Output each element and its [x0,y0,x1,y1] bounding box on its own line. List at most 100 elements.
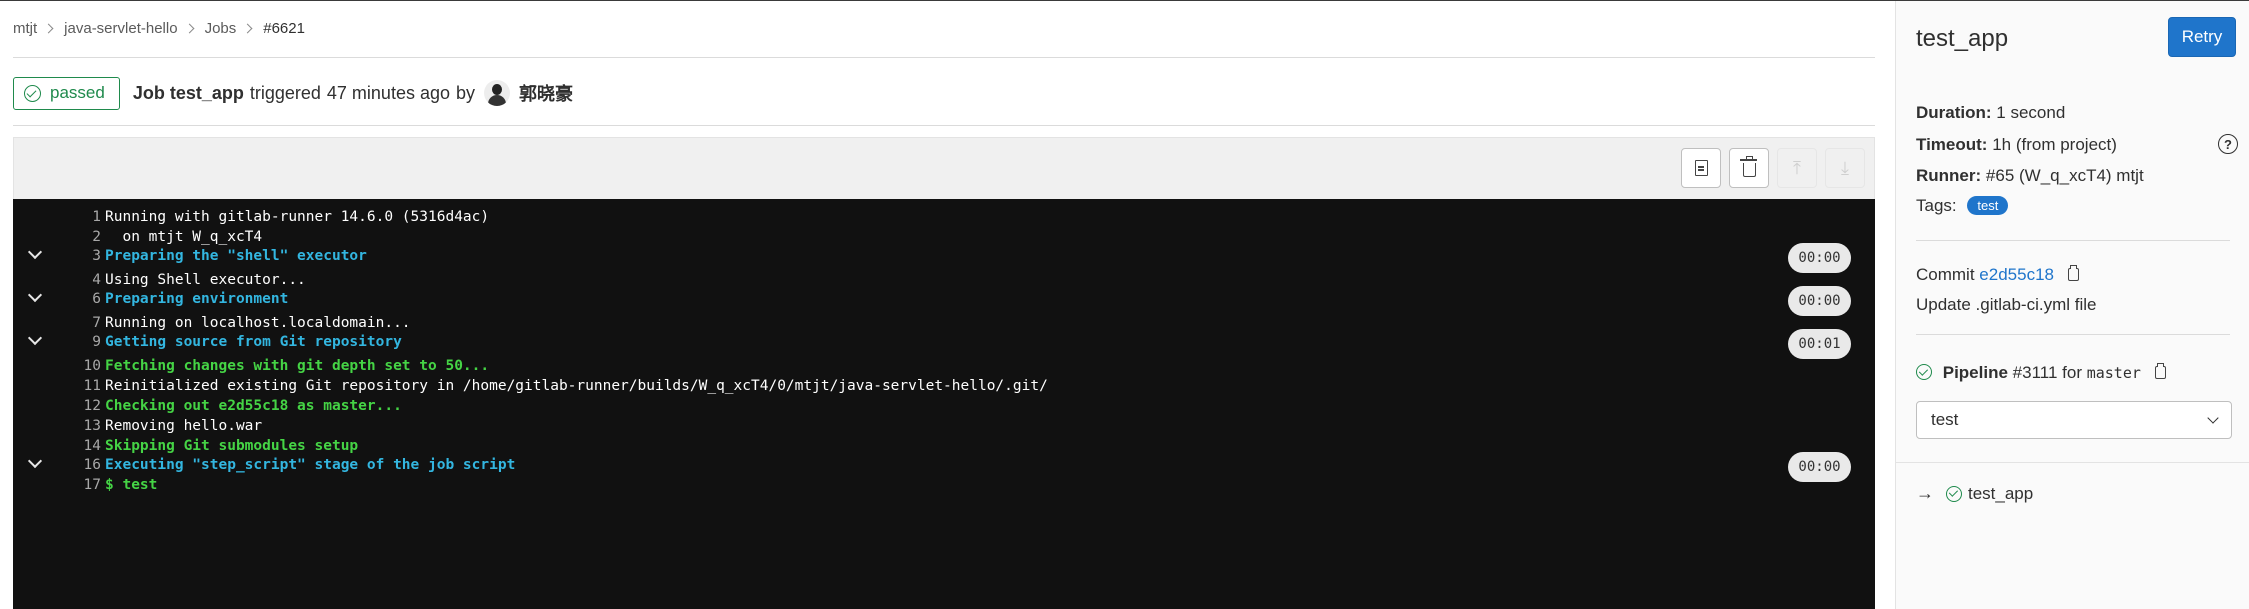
scroll-bottom-button[interactable]: ⤓ [1825,148,1865,188]
pipeline-id-link[interactable]: #3111 [2013,363,2058,382]
sidebar-job-name: test_app [1968,483,2034,503]
log-line-text: Fetching changes with git depth set to 5… [105,358,490,374]
log-line-number[interactable]: 17 [53,477,101,493]
chevron-down-icon[interactable] [27,287,43,303]
duration-label: Duration: [1916,103,1992,122]
log-line-number[interactable]: 13 [53,418,101,434]
divider [13,57,1875,58]
divider [1896,462,2249,463]
log-line-number[interactable]: 14 [53,438,101,454]
status-success-icon [24,84,41,102]
divider [1916,334,2230,335]
runner-value: #65 (W_q_xcT4) mtjt [1985,166,2144,185]
log-section-header[interactable]: 3 Preparing the "shell" executor 00:00 [13,243,1875,273]
scroll-top-button[interactable]: ⤒ [1777,148,1817,188]
erase-log-button[interactable] [1729,148,1769,188]
log-line-number[interactable]: 16 [53,457,101,473]
log-line-text: Getting source from Git repository [105,334,402,350]
log-line-number[interactable]: 3 [53,248,101,264]
log-line-number[interactable]: 7 [53,315,101,331]
job-log: 1 Running with gitlab-runner 14.6.0 (5316… [13,199,1875,609]
status-success-icon [1916,364,1932,380]
arrow-right-icon: → [1916,483,1934,503]
copy-icon[interactable] [2154,363,2166,379]
status-success-icon [1946,485,1962,502]
timeout-label: Timeout: [1916,135,1988,154]
copy-icon[interactable] [2067,265,2079,281]
divider [13,125,1875,126]
scroll-down-icon: ⤓ [1841,158,1849,178]
by-text: by [456,82,476,103]
breadcrumb-job-id[interactable]: #6621 [263,20,305,37]
sidebar-job-item[interactable]: → test_app [1916,483,2033,504]
tag-badge: test [1967,196,2009,215]
status-label: passed [50,83,105,102]
tags-label: Tags: [1916,196,1957,215]
log-section-header[interactable]: 9 Getting source from Git repository 00:01 [13,329,1875,359]
commit-row: Commit e2d55c18 [1916,265,2079,285]
duration-row: Duration: 1 second [1916,103,2065,123]
log-line-number[interactable]: 10 [53,358,101,374]
triggered-text: triggered [249,82,321,103]
log-line-text: Reinitialized existing Git repository in… [105,378,1048,394]
pipeline-label: Pipeline [1942,363,2008,382]
pipeline-ref[interactable]: master [2087,364,2141,382]
log-line-number[interactable]: 9 [53,334,101,350]
breadcrumb-jobs[interactable]: Jobs [205,20,237,37]
commit-label: Commit [1916,265,1975,284]
log-line: 17 $ test [13,473,1875,497]
timeout-row: Timeout: 1h (from project) [1916,135,2117,155]
log-line-number[interactable]: 12 [53,398,101,414]
chevron-down-icon[interactable] [27,330,43,346]
log-line-number[interactable]: 11 [53,378,101,394]
log-section-header[interactable]: 6 Preparing environment 00:00 [13,286,1875,316]
chevron-right-icon [43,23,54,33]
avatar[interactable] [484,80,511,106]
log-line-text: Preparing the "shell" executor [105,248,367,264]
log-line-text: on mtjt W_q_xcT4 [105,229,263,245]
breadcrumb: mtjt java-servlet-hello Jobs #6621 [13,17,305,39]
stage-dropdown[interactable]: test [1916,401,2232,439]
job-header: passed Job test_app triggered 47 minutes… [13,76,573,110]
duration-value: 1 second [1996,103,2066,122]
divider [1916,240,2230,241]
breadcrumb-project[interactable]: java-servlet-hello [64,20,177,37]
log-line-text: Using Shell executor... [105,272,306,288]
chevron-right-icon [242,23,253,33]
breadcrumb-group[interactable]: mtjt [13,20,37,37]
show-raw-button[interactable] [1681,148,1721,188]
scroll-up-icon: ⤒ [1793,158,1801,178]
log-line-text: Running with gitlab-runner 14.6.0 (5316d… [105,209,490,225]
log-toolbar: ⤒ ⤓ [13,137,1875,199]
document-icon [1694,160,1708,176]
log-line-number[interactable]: 1 [53,209,101,225]
job-main: mtjt java-servlet-hello Jobs #6621 passe… [0,1,1895,609]
chevron-down-icon[interactable] [27,453,43,469]
job-sidebar: test_app Retry Duration: 1 second Timeou… [1895,1,2249,609]
runner-row: Runner: #65 (W_q_xcT4) mtjt [1916,166,2144,186]
commit-sha-link[interactable]: e2d55c18 [1979,265,2054,284]
status-badge[interactable]: passed [13,76,120,110]
log-line-text: Checking out e2d55c18 as master... [105,398,402,414]
pipeline-row: Pipeline #3111 for master [1916,363,2166,383]
timeout-value: 1h (from project) [1992,135,2117,154]
log-line-text: Skipping Git submodules setup [105,438,359,454]
help-icon[interactable]: ? [2218,134,2238,154]
stage-selected: test [1931,410,1959,429]
chevron-right-icon [184,23,195,33]
log-line-number[interactable]: 2 [53,229,101,245]
runner-label: Runner: [1916,166,1982,185]
user-name[interactable]: 郭晓豪 [519,80,573,106]
retry-button[interactable]: Retry [2168,17,2236,57]
log-line-number[interactable]: 6 [53,291,101,307]
log-line-text: Removing hello.war [105,418,263,434]
log-line-text: Executing "step_script" stage of the job… [105,457,516,473]
tags-row: Tags: test [1916,196,2009,216]
job-title: Job test_app [132,82,244,103]
log-line-text: $ test [105,477,158,493]
chevron-down-icon [2207,412,2219,424]
pipeline-for-text: for [2062,363,2082,382]
log-line-number[interactable]: 4 [53,272,101,288]
chevron-down-icon[interactable] [27,244,43,260]
trash-icon [1739,156,1757,177]
